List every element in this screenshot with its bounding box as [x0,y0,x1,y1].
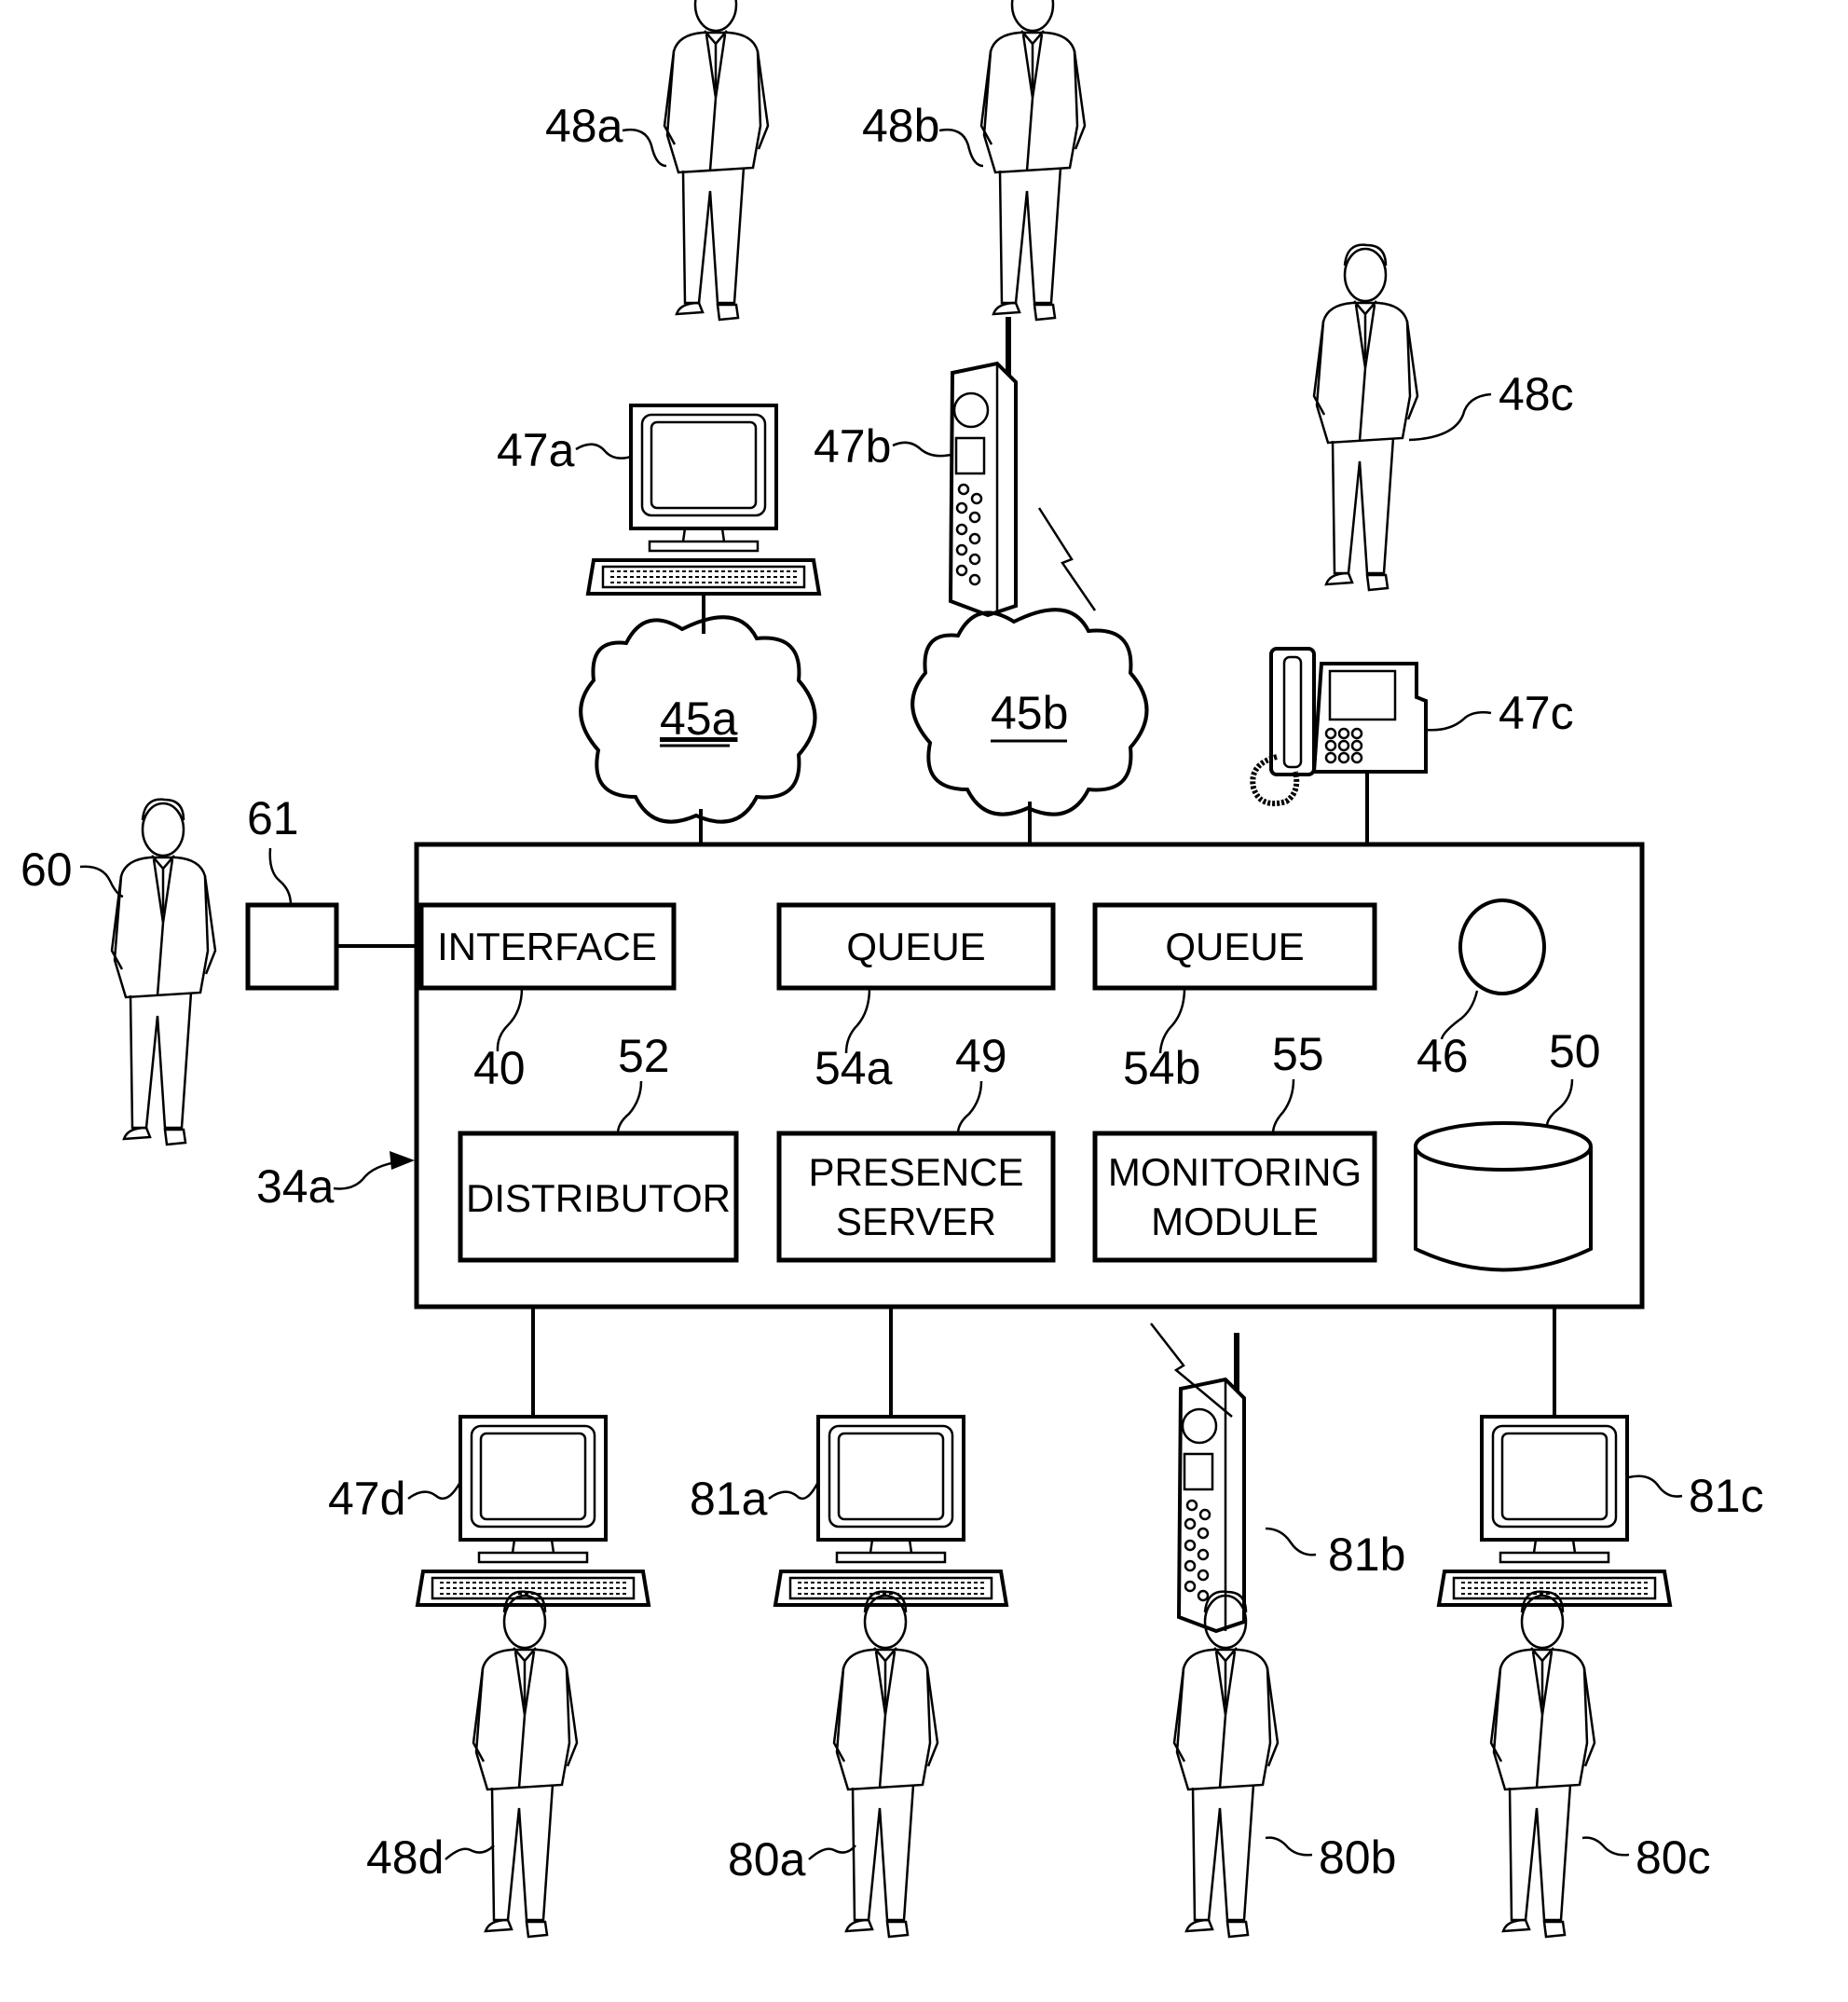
leader-48c [1408,392,1492,442]
person-80c [1489,1590,1596,1939]
patent-diagram: 48a 48b 48c 47a 47b 45a 45b 47c 60 61 34… [21,0,1764,1939]
ref-49: 49 [955,1030,1007,1082]
ref-54b: 54b [1123,1042,1200,1094]
person-48b [979,0,1087,322]
monitoring-module-label-line2: MODULE [1151,1200,1319,1243]
wireless-link-bottom [1150,1323,1233,1418]
monitoring-module-label-line1: MONITORING [1108,1150,1362,1194]
computer-81a [773,1415,1008,1607]
person-48a [663,0,770,322]
ref-80a: 80a [728,1833,806,1885]
ref-47d: 47d [328,1473,405,1525]
ref-48c: 48c [1499,368,1574,420]
leader-61 [268,847,293,906]
ref-55: 55 [1272,1028,1324,1080]
ref-81a: 81a [690,1473,768,1525]
desk-phone-47c [1250,647,1428,807]
leader-47b [892,441,951,458]
ref-61: 61 [247,792,299,844]
ref-47a: 47a [497,424,575,476]
person-80b [1172,1590,1280,1939]
ref-45a: 45a [660,692,738,745]
computer-47d [416,1415,650,1607]
ref-80c: 80c [1636,1831,1711,1884]
ref-80b: 80b [1319,1831,1396,1884]
person-60 [110,798,217,1146]
queue-a-label: QUEUE [846,925,985,968]
ref-48d: 48d [366,1831,444,1884]
device-61 [245,902,339,991]
presence-server-label-line1: PRESENCE [808,1150,1023,1194]
person-80a [832,1590,939,1939]
wireless-link-top [1037,507,1097,611]
person-48d [472,1590,579,1939]
interface-label: INTERFACE [437,925,657,968]
ref-81c: 81c [1689,1470,1764,1522]
ref-60: 60 [21,843,73,896]
leader-47c [1425,711,1492,732]
ref-45b: 45b [991,687,1068,739]
ref-54a: 54a [814,1042,893,1094]
leader-48a [622,128,667,168]
ref-40: 40 [473,1042,526,1094]
ref-81b: 81b [1328,1529,1405,1581]
ref-48a: 48a [545,100,623,152]
ref-50: 50 [1549,1025,1601,1077]
ref-47b: 47b [814,420,891,473]
queue-b-label: QUEUE [1165,925,1304,968]
computer-47a [586,404,821,596]
ref-48b: 48b [862,100,939,152]
ref-47c: 47c [1499,687,1574,739]
ref-34a: 34a [256,1160,335,1213]
mobile-47b [951,317,1016,615]
leader-48b [938,128,984,168]
presence-server-label-line2: SERVER [836,1200,996,1243]
leader-47a [575,443,632,459]
person-48c [1312,243,1419,592]
computer-81c [1437,1415,1672,1607]
mobile-81b [1179,1333,1244,1631]
leader-60 [79,865,124,898]
arrow-icon [390,1151,415,1170]
ref-52: 52 [618,1030,670,1082]
distributor-label: DISTRIBUTOR [466,1176,731,1220]
